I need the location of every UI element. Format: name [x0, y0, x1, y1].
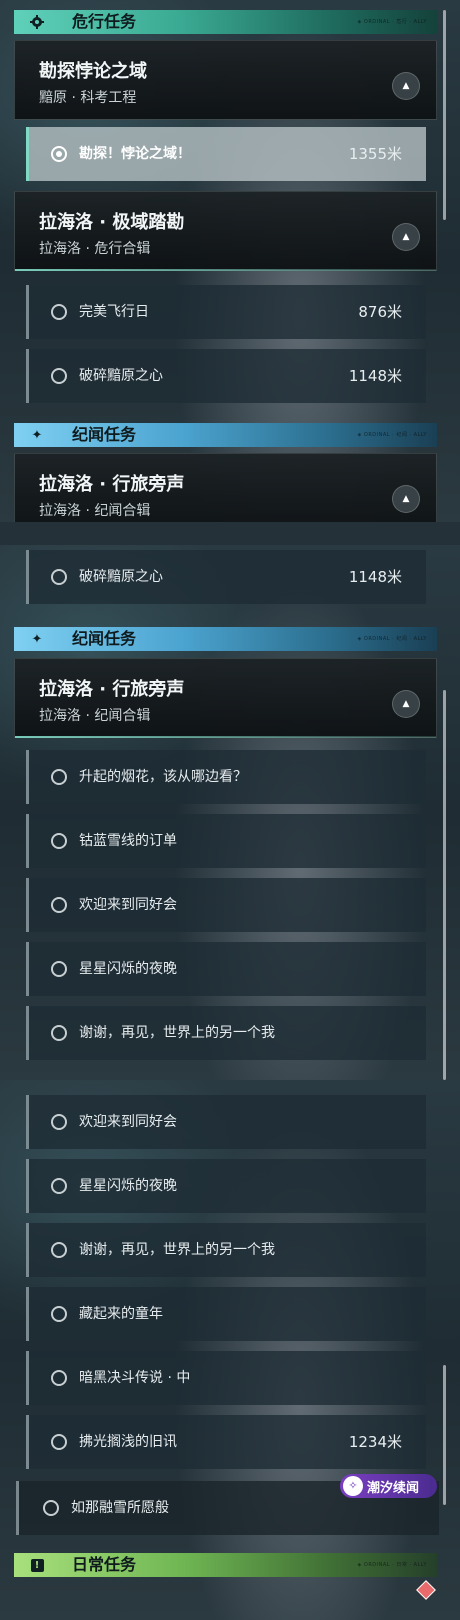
radio-icon [51, 1178, 67, 1194]
quest-row[interactable]: 钴蓝雪线的订单 [26, 814, 426, 868]
sparkle-icon: ✦ [31, 427, 43, 443]
collapse-chevron-icon[interactable]: ▲ [392, 485, 420, 513]
group-card-lahailuo-lore[interactable]: 拉海洛 · 行旅旁声 拉海洛 · 纪闻合辑 ▲ [14, 453, 437, 522]
quest-row[interactable]: 藏起来的童年 [26, 1287, 426, 1341]
quest-name: 星星闪烁的夜晚 [79, 1178, 177, 1194]
sparkle-icon: ✦ [31, 631, 43, 647]
quest-distance: 876米 [358, 303, 402, 321]
category-title: 日常任务 [72, 1555, 137, 1574]
game-logo: ✧ 潮汐续闻 [340, 1474, 437, 1498]
radio-icon [51, 1114, 67, 1130]
group-title: 拉海洛 · 行旅旁声 [39, 679, 185, 700]
quest-name: 谢谢，再见，世界上的另一个我 [79, 1025, 275, 1041]
collapse-chevron-icon[interactable]: ▲ [392, 223, 420, 251]
radio-icon [51, 833, 67, 849]
exclamation-icon: ! [14, 1553, 60, 1577]
group-title: 拉海洛 · 行旅旁声 [39, 474, 185, 495]
quest-name: 如那融雪所愿般 [71, 1500, 169, 1516]
quest-name: 破碎黯原之心 [79, 569, 163, 585]
radio-icon [51, 769, 67, 785]
scrollbar[interactable] [443, 10, 446, 220]
quest-list-frame-3: 欢迎来到同好会 星星闪烁的夜晚 谢谢，再见，世界上的另一个我 藏起来的童年 暗黑… [0, 1080, 460, 1620]
logo-emblem-icon: ✧ [343, 1476, 363, 1496]
quest-name: 暗黑决斗传说 · 中 [79, 1370, 191, 1386]
radio-icon [51, 569, 67, 585]
quest-row[interactable]: 升起的烟花，该从哪边看？ [26, 750, 426, 804]
quest-name: 藏起来的童年 [79, 1306, 163, 1322]
radio-icon [51, 897, 67, 913]
background-art [0, 545, 460, 1080]
collapse-chevron-icon[interactable]: ▲ [392, 690, 420, 718]
group-card-paradox[interactable]: 勘探悖论之域 黯原 · 科考工程 ▲ [14, 40, 437, 120]
exclamation-glyph: ! [30, 1558, 44, 1572]
quest-distance: 1234米 [348, 1433, 402, 1451]
scrollbar[interactable] [443, 1365, 446, 1505]
quest-row[interactable]: 拂光搁浅的旧讯 1234米 [26, 1415, 426, 1469]
group-subtitle: 拉海洛 · 危行合辑 [39, 241, 151, 257]
category-title: 纪闻任务 [72, 425, 137, 444]
radio-icon [51, 368, 67, 384]
group-title: 勘探悖论之域 [39, 61, 147, 82]
category-deco-text: ◈ ORDINAL · 纪闻 · ALLY [357, 432, 427, 438]
quest-name: 升起的烟花，该从哪边看？ [79, 769, 247, 785]
quest-name: 勘探！悖论之域！ [79, 146, 191, 162]
category-header-daily[interactable]: ! 日常任务 ◈ ORDINAL · 日常 · ALLY [14, 1553, 437, 1577]
quest-row[interactable]: 星星闪烁的夜晚 [26, 1159, 426, 1213]
radio-icon [51, 1025, 67, 1041]
quest-name: 拂光搁浅的旧讯 [79, 1434, 177, 1450]
category-title: 危行任务 [72, 12, 137, 31]
group-subtitle: 拉海洛 · 纪闻合辑 [39, 708, 151, 724]
category-deco-text: ◈ ORDINAL · 危行 · ALLY [357, 19, 427, 25]
radio-icon [51, 1306, 67, 1322]
quest-row[interactable]: 完美飞行日 876米 [26, 285, 426, 339]
category-title: 纪闻任务 [72, 629, 137, 648]
quest-name: 欢迎来到同好会 [79, 1114, 177, 1130]
quest-list-frame-2: 破碎黯原之心 1148米 ✦ 纪闻任务 ◈ ORDINAL · 纪闻 · ALL… [0, 545, 460, 1080]
quest-row[interactable]: 谢谢，再见，世界上的另一个我 [26, 1223, 426, 1277]
collapse-chevron-icon[interactable]: ▲ [392, 72, 420, 100]
category-header-lore[interactable]: ✦ 纪闻任务 ◈ ORDINAL · 纪闻 · ALLY [14, 423, 437, 447]
category-deco-text: ◈ ORDINAL · 日常 · ALLY [357, 1562, 427, 1568]
category-header-lore[interactable]: ✦ 纪闻任务 ◈ ORDINAL · 纪闻 · ALLY [14, 627, 437, 651]
category-deco-text: ◈ ORDINAL · 纪闻 · ALLY [357, 636, 427, 642]
quest-row[interactable]: 谢谢，再见，世界上的另一个我 [26, 1006, 426, 1060]
quest-list-frame-1: 危行任务 ◈ ORDINAL · 危行 · ALLY 勘探悖论之域 黯原 · 科… [0, 0, 460, 522]
radio-icon [51, 1434, 67, 1450]
quest-row[interactable]: 星星闪烁的夜晚 [26, 942, 426, 996]
radio-icon [51, 1370, 67, 1386]
group-subtitle: 黯原 · 科考工程 [39, 90, 137, 106]
radio-selected-icon [51, 146, 67, 162]
quest-distance: 1148米 [348, 367, 402, 385]
group-underline [15, 736, 436, 738]
radio-icon [51, 304, 67, 320]
quest-name: 谢谢，再见，世界上的另一个我 [79, 1242, 275, 1258]
gear-icon [14, 10, 60, 34]
scrollbar[interactable] [443, 690, 446, 1080]
quest-name: 星星闪烁的夜晚 [79, 961, 177, 977]
radio-icon [51, 961, 67, 977]
group-card-lahailuo-lore[interactable]: 拉海洛 · 行旅旁声 拉海洛 · 纪闻合辑 ▲ [14, 658, 437, 738]
quest-name: 破碎黯原之心 [79, 368, 163, 384]
quest-name: 欢迎来到同好会 [79, 897, 177, 913]
group-underline [15, 269, 436, 271]
quest-distance: 1355米 [348, 145, 402, 163]
logo-text: 潮汐续闻 [367, 1480, 420, 1496]
radio-icon [43, 1500, 59, 1516]
quest-name: 钴蓝雪线的订单 [79, 833, 177, 849]
quest-row[interactable]: 暗黑决斗传说 · 中 [26, 1351, 426, 1405]
group-subtitle: 拉海洛 · 纪闻合辑 [39, 503, 151, 519]
group-title: 拉海洛 · 极域踏勘 [39, 212, 185, 233]
quest-row-active[interactable]: 勘探！悖论之域！ 1355米 [26, 127, 426, 181]
category-header-danger[interactable]: 危行任务 ◈ ORDINAL · 危行 · ALLY [14, 10, 437, 34]
quest-row[interactable]: 破碎黯原之心 1148米 [26, 349, 426, 403]
group-card-lahailuo-danger[interactable]: 拉海洛 · 极域踏勘 拉海洛 · 危行合辑 ▲ [14, 191, 437, 271]
quest-row[interactable]: 破碎黯原之心 1148米 [26, 550, 426, 604]
quest-row[interactable]: 欢迎来到同好会 [26, 878, 426, 932]
quest-row[interactable]: 欢迎来到同好会 [26, 1095, 426, 1149]
quest-distance: 1148米 [348, 568, 402, 586]
quest-name: 完美飞行日 [79, 304, 149, 320]
radio-icon [51, 1242, 67, 1258]
